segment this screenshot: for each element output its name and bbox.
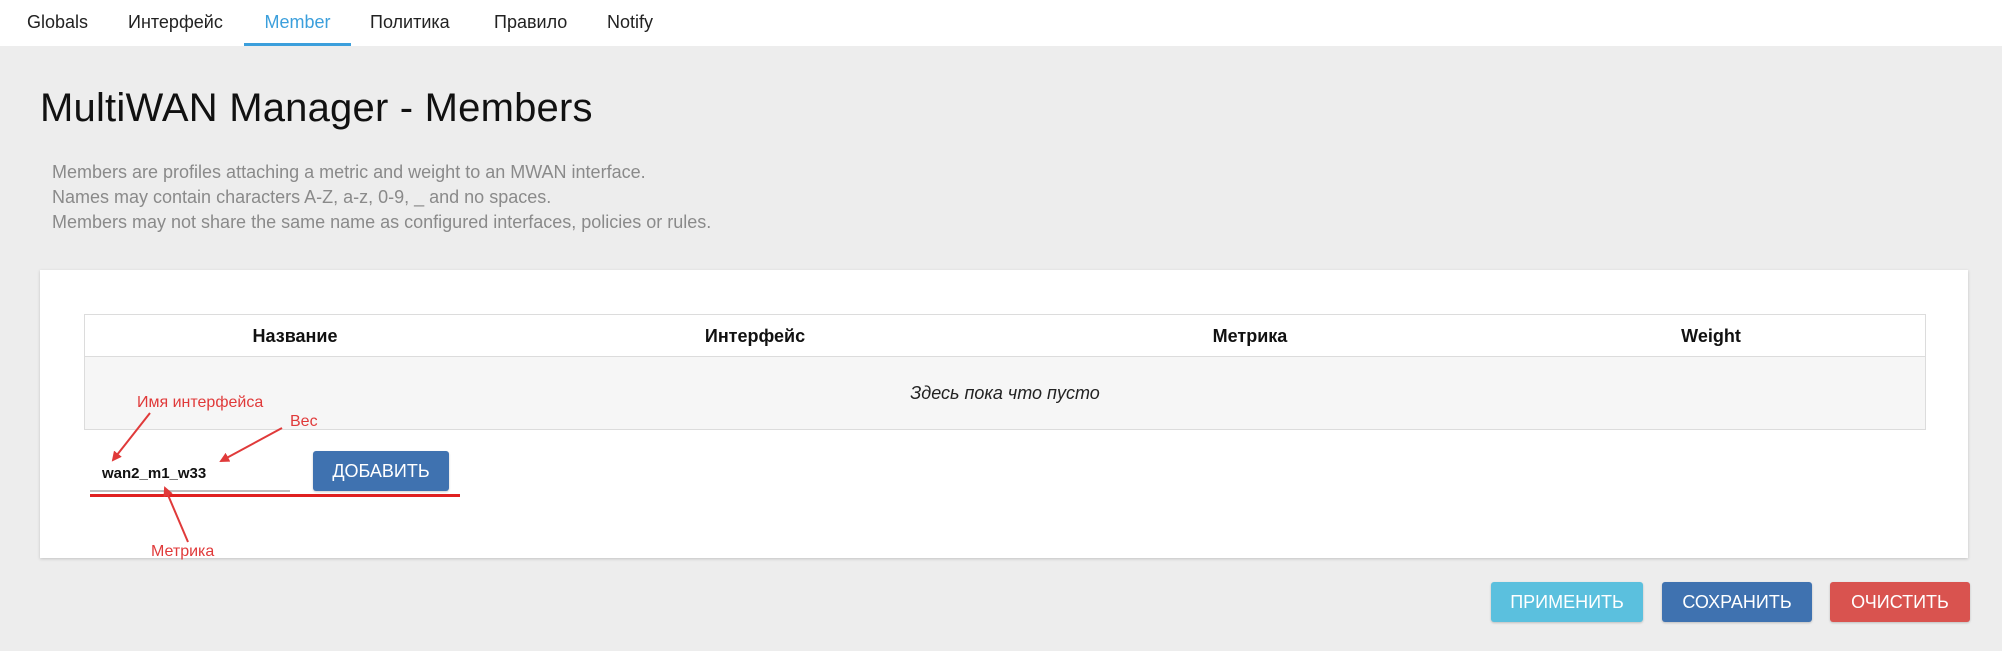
annotation-arrows bbox=[111, 412, 283, 543]
arrow-metric bbox=[163, 486, 189, 543]
arrow-weight bbox=[219, 427, 283, 462]
save-button[interactable]: Сохранить bbox=[1662, 582, 1812, 622]
apply-button[interactable]: Применить bbox=[1491, 582, 1643, 622]
reset-button[interactable]: Очистить bbox=[1830, 582, 1970, 622]
arrow-interface-name bbox=[111, 412, 151, 462]
